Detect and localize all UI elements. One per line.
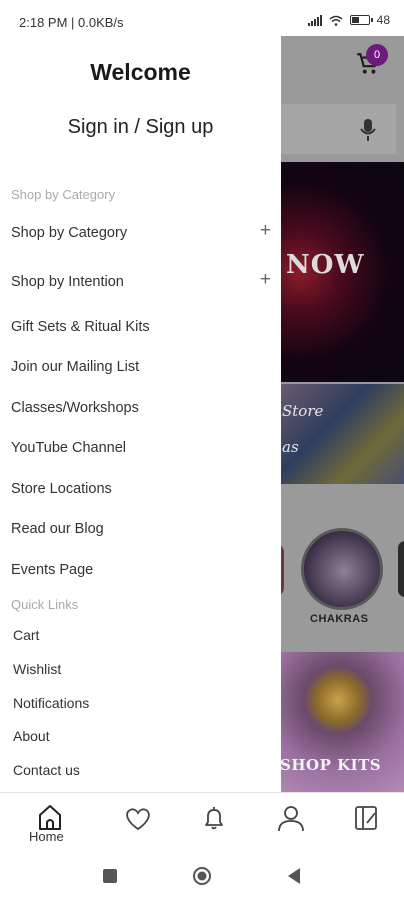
bell-icon — [205, 807, 223, 830]
menu-item-store-locations[interactable]: Store Locations — [11, 479, 271, 499]
cart-badge: 0 — [366, 44, 388, 66]
quick-link-cart[interactable]: Cart — [13, 627, 39, 643]
nav-home-label: Home — [29, 829, 64, 844]
nav-account[interactable] — [271, 801, 311, 841]
quick-link-notifications[interactable]: Notifications — [13, 695, 89, 711]
quick-link-about[interactable]: About — [13, 728, 50, 744]
plus-icon[interactable]: + — [260, 221, 271, 241]
menu-item-label: Shop by Category — [11, 225, 128, 241]
banner-subtext: as — [282, 438, 299, 456]
catalog-icon — [355, 806, 377, 830]
user-icon — [278, 806, 304, 832]
back-triangle-icon — [288, 868, 300, 884]
status-icons: 48 — [307, 13, 390, 27]
status-time: 2:18 PM | 0.0KB/s — [19, 15, 124, 30]
heart-icon — [126, 808, 150, 831]
battery-text: 48 — [376, 13, 390, 27]
category-circle-partial — [398, 541, 404, 597]
nav-catalog[interactable] — [346, 801, 386, 841]
menu-item-shop-by-intention[interactable]: Shop by Intention + — [11, 270, 271, 292]
menu-item-events[interactable]: Events Page — [11, 560, 271, 580]
nav-notifications[interactable] — [194, 801, 234, 841]
chakras-label: CHAKRAS — [310, 613, 369, 625]
promo-banner: NOW — [280, 162, 404, 382]
back-button[interactable] — [286, 867, 302, 890]
banner-text: NOW — [286, 250, 365, 280]
chakras-circle — [301, 528, 383, 610]
menu-item-mailing-list[interactable]: Join our Mailing List — [11, 357, 271, 377]
menu-item-blog[interactable]: Read our Blog — [11, 519, 271, 539]
navigation-drawer: Welcome Sign in / Sign up Shop by Catego… — [0, 36, 281, 792]
quick-link-contact[interactable]: Contact us — [13, 762, 80, 778]
bottom-navigation: Home — [0, 792, 404, 850]
banner-text: Store — [282, 402, 324, 420]
battery-icon — [349, 15, 373, 25]
welcome-heading: Welcome — [90, 59, 191, 85]
home-system-button[interactable] — [192, 866, 212, 891]
banner-text: SHOP KITS — [280, 756, 382, 774]
search-bar-bg — [280, 104, 396, 154]
signin-link[interactable]: Sign in / Sign up — [0, 116, 281, 139]
background-app[interactable]: 0 NOW Store as CHAKRAS SHOP KITS — [280, 36, 404, 792]
menu-item-shop-by-category[interactable]: Shop by Category + — [11, 221, 271, 243]
menu-item-label: Shop by Intention — [11, 274, 124, 290]
plus-icon[interactable]: + — [260, 270, 271, 290]
mic-icon — [360, 119, 376, 141]
system-navigation — [0, 850, 404, 900]
kits-banner: SHOP KITS — [280, 652, 404, 792]
store-banner: Store as — [280, 384, 404, 484]
status-bar: 2:18 PM | 0.0KB/s 48 — [0, 0, 404, 36]
wifi-icon — [329, 15, 343, 26]
menu-item-youtube[interactable]: YouTube Channel — [11, 438, 271, 458]
recents-button[interactable] — [103, 869, 117, 883]
circle-home-icon — [193, 867, 211, 885]
section-label-quick-links: Quick Links — [11, 597, 79, 612]
section-label-category: Shop by Category — [11, 187, 116, 202]
signal-icon — [307, 14, 322, 26]
menu-item-classes[interactable]: Classes/Workshops — [11, 398, 271, 418]
quick-link-wishlist[interactable]: Wishlist — [13, 661, 61, 677]
menu-item-gift-sets[interactable]: Gift Sets & Ritual Kits — [11, 317, 271, 337]
nav-wishlist[interactable] — [118, 801, 158, 841]
